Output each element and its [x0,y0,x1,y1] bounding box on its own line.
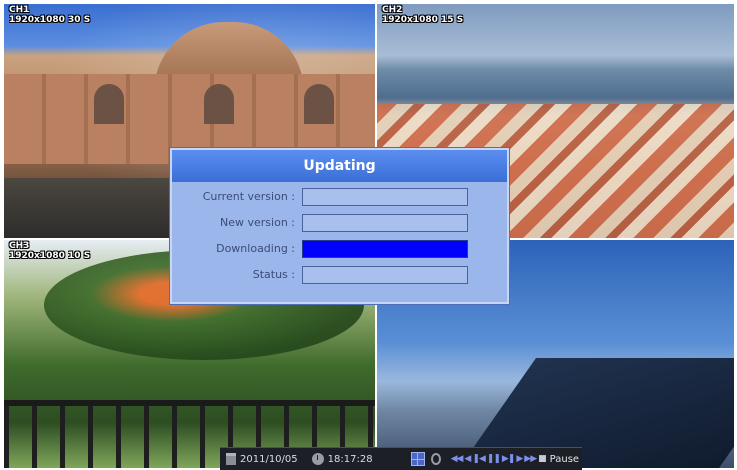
stop-icon[interactable]: ■ [538,454,546,464]
window-arch [204,84,234,124]
pause-status-label: Pause [549,453,580,465]
play-icon[interactable]: ▶ [516,454,523,464]
calendar-icon[interactable] [226,453,236,465]
status-label: Status : [252,268,295,281]
channel-label: CH1 1920x1080 30 S [9,5,90,25]
window-arch [94,84,124,124]
downloading-label: Downloading : [216,242,295,255]
pause-icon[interactable]: ❚❚ [487,454,501,464]
status-field [302,266,468,284]
current-version-field [302,188,468,206]
channel-label: CH3 1920x1080 10 S [9,241,90,261]
clock-icon[interactable] [311,453,324,465]
status-row: Status : [172,266,507,286]
date-display: 2011/10/05 [240,453,298,465]
step-forward-icon[interactable]: ▶❚ [502,454,516,464]
layout-grid-icon[interactable] [410,452,425,466]
channel-id: CH2 [382,5,403,15]
playback-status-bar: 2011/10/05 18:17:28 ◀◀ ◀ ❚◀ ❚❚ ▶❚ ▶ ▶▶ ■… [220,447,582,470]
channel-id: CH3 [9,241,30,251]
current-version-label: Current version : [202,190,295,203]
current-version-row: Current version : [172,188,507,208]
channel-id: CH1 [9,5,30,15]
channel-resolution: 1920x1080 10 S [9,251,91,261]
new-version-row: New version : [172,214,507,234]
window-arch [304,84,334,124]
time-display: 18:17:28 [327,453,373,465]
downloading-row: Downloading : [172,240,507,260]
new-version-label: New version : [220,216,295,229]
step-back-icon[interactable]: ❚◀ [472,454,486,464]
cycle-icon[interactable] [430,453,441,465]
updating-dialog: Updating Current version : New version :… [170,148,509,304]
fast-rewind-icon[interactable]: ◀◀ [451,454,464,464]
channel-label: CH2 1920x1080 15 S [382,5,463,25]
download-progress-bar [302,240,468,258]
channel-resolution: 1920x1080 30 S [9,15,91,25]
fast-forward-icon[interactable]: ▶▶ [524,454,537,464]
rewind-icon[interactable]: ◀ [464,454,471,464]
railing-top [4,400,375,406]
new-version-field [302,214,468,232]
dialog-title: Updating [172,150,507,182]
channel-resolution: 1920x1080 15 S [382,15,464,25]
